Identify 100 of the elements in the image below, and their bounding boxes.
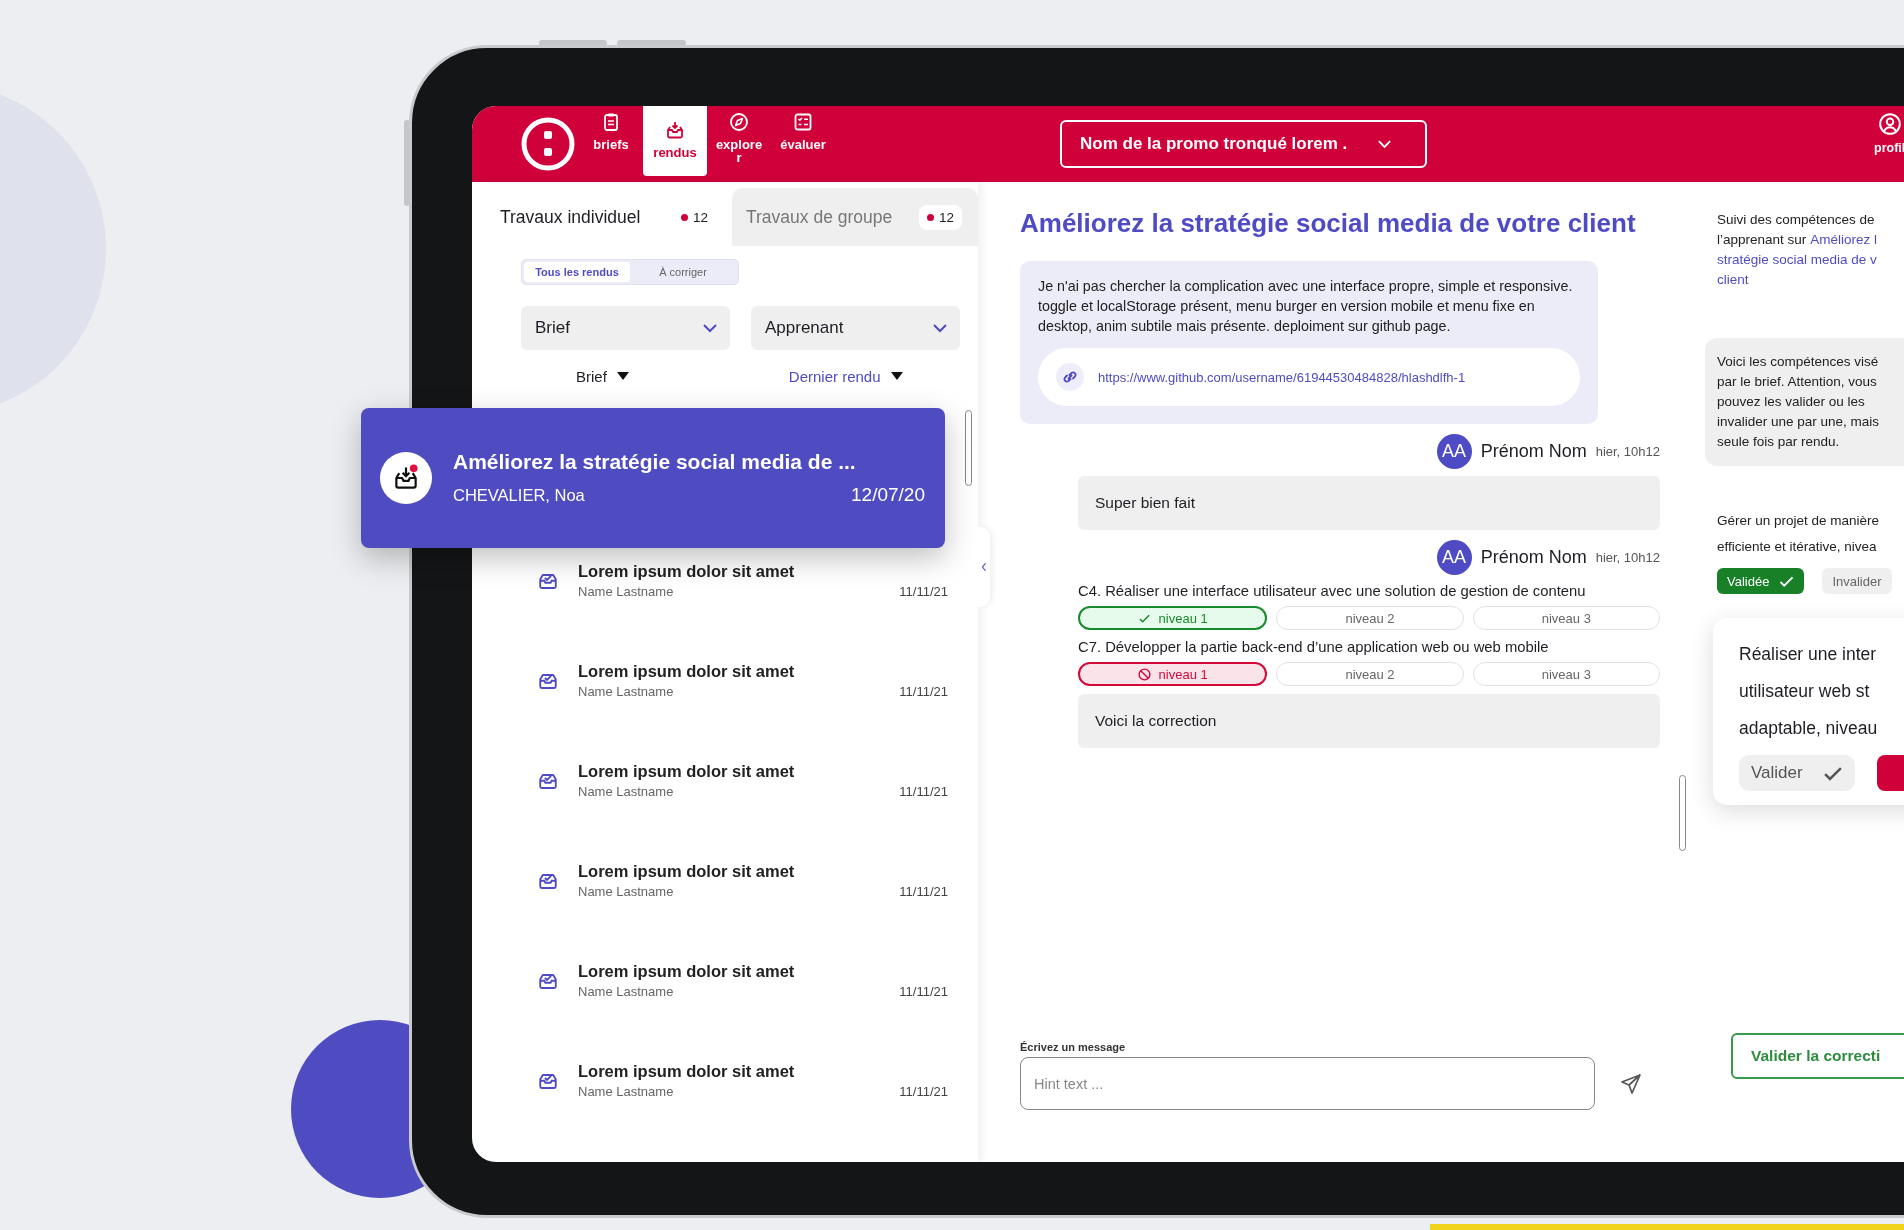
icon-background (379, 451, 433, 505)
message-time: hier, 10h12 (1595, 443, 1660, 459)
card-title: Améliorez la stratégie social media de ... (453, 450, 857, 474)
filter-option[interactable]: Tous les rendus (524, 262, 630, 283)
dropdown[interactable]: Apprenant (751, 306, 960, 351)
message-time: hier, 10h12 (1595, 549, 1660, 565)
nav-tab[interactable]: briefs (579, 106, 643, 176)
skill-text: efficiente et itérative, nivea (1717, 538, 1878, 556)
info-text: seule fois par rendu. (1717, 433, 1841, 451)
message-text: Voici la correction (1095, 712, 1217, 730)
level-option[interactable]: niveau 1 (1078, 606, 1268, 630)
sort-button[interactable]: Dernier rendu (788, 366, 903, 386)
profile-button[interactable]: profil (1874, 112, 1904, 155)
invalidate-button[interactable]: Invalider (1822, 568, 1892, 594)
author-name: Prénom Nom (1480, 546, 1587, 568)
clipboard-icon (601, 112, 621, 132)
row-name: Name Lastname (578, 584, 675, 599)
caret-icon (616, 372, 629, 381)
brief-link[interactable]: Améliorez l (1810, 232, 1878, 247)
inbox-check-icon (539, 674, 557, 689)
send-icon[interactable] (1619, 1071, 1643, 1096)
nav-tab[interactable]: explorer (707, 106, 771, 176)
row-name: Name Lastname (578, 884, 675, 899)
caret-icon (890, 372, 903, 381)
chevron-down-icon (1377, 139, 1393, 149)
submit-button[interactable]: Valider la correcti (1731, 1033, 1904, 1079)
brief-link[interactable]: client (1717, 272, 1749, 287)
invalidate-button[interactable] (1876, 755, 1904, 791)
tab[interactable]: Travaux de groupe 12 (732, 188, 978, 246)
submission-link[interactable]: https://www.github.com/username/61944530484828/hlashdlfh-1 (1098, 369, 1466, 385)
message-input[interactable]: Hint text ... (1020, 1057, 1595, 1110)
inbox-check-icon (539, 574, 557, 589)
submission-row[interactable]: Lorem ipsum dolor sit amet Name Lastname 11/11/21 (472, 562, 978, 662)
row-date: 11/11/21 (899, 884, 948, 899)
inbox-icon (395, 466, 417, 489)
row-title: Lorem ipsum dolor sit amet (578, 762, 796, 781)
author-name: Prénom Nom (1480, 440, 1587, 462)
submission-row[interactable]: Lorem ipsum dolor sit amet Name Lastname 11/11/21 (472, 762, 978, 862)
intro-text: Suivi des compétences de (1717, 212, 1875, 227)
submission-row[interactable]: Lorem ipsum dolor sit amet Name Lastname 11/11/21 (472, 962, 978, 1062)
row-name: Name Lastname (578, 684, 675, 699)
info-text: Voici les compétences visé (1717, 353, 1880, 371)
dropdown[interactable]: Brief (521, 306, 730, 351)
submission-row[interactable]: Lorem ipsum dolor sit amet Name Lastname 11/11/21 (472, 662, 978, 762)
brief-title: Améliorez la stratégie social media de votre client (1020, 208, 1637, 239)
user-icon (1877, 112, 1902, 136)
skill-text: Gérer un projet de manière (1717, 512, 1881, 530)
promo-dropdown[interactable]: Nom de la promo tronqué lorem . (1060, 120, 1427, 168)
chevron-down-icon (702, 323, 718, 334)
brief-link[interactable]: stratégie social media de v (1717, 252, 1877, 267)
submission-text: Je n'ai pas chercher la complication avec une interface propre, simple et responsive. toggle et localStorage présent, menu burger en version mobile et menu fixe en desktop, anim subtile mais présente. deploiment sur github page. (1038, 277, 1574, 336)
submission-row[interactable]: Lorem ipsum dolor sit amet Name Lastname 11/11/21 (472, 862, 978, 962)
avatar: AA (1436, 539, 1472, 575)
submission-row[interactable]: Lorem ipsum dolor sit amet Name Lastname 11/11/21 (472, 1062, 978, 1162)
intro-text: l’apprenant sur (1717, 232, 1807, 247)
level-option[interactable]: niveau 1 (1078, 662, 1268, 686)
compass-icon (729, 112, 749, 132)
nav-tab[interactable]: évaluer (771, 106, 835, 176)
row-date: 11/11/21 (899, 1084, 948, 1099)
validated-button[interactable]: Validée (1717, 568, 1805, 594)
row-name: Name Lastname (578, 984, 675, 999)
info-text: par le brief. Attention, vous (1717, 373, 1878, 391)
avatar: AA (1436, 433, 1472, 469)
info-text: pouvez les valider ou les (1717, 393, 1866, 411)
check-icon (1779, 574, 1795, 588)
validate-button[interactable]: Valider (1739, 755, 1855, 791)
skill-text: adaptable, niveau (1739, 717, 1879, 740)
learner-name: CHEVALIER, Noa (453, 486, 585, 505)
row-title: Lorem ipsum dolor sit amet (578, 562, 796, 581)
inbox-check-icon (539, 874, 557, 889)
card-date: 12/07/20 (851, 484, 925, 506)
sort-button[interactable]: Brief (576, 366, 629, 386)
checklist-icon (793, 112, 813, 132)
row-title: Lorem ipsum dolor sit amet (578, 962, 796, 981)
selected-submission-card[interactable]: Améliorez la stratégie social media de ... CHEVALIER, Noa 12/07/20 (361, 408, 945, 548)
skill-text: Réaliser une inter (1739, 643, 1878, 666)
filter-option[interactable]: À corriger (630, 262, 736, 283)
row-name: Name Lastname (578, 784, 675, 799)
row-date: 11/11/21 (899, 784, 948, 799)
row-title: Lorem ipsum dolor sit amet (578, 1062, 796, 1081)
message-text: Super bien fait (1095, 494, 1195, 512)
logo-icon (521, 117, 575, 171)
field-label: Écrivez un message (1020, 1041, 1127, 1053)
skill-label: C7. Développer la partie back-end d’une application web ou web mobile (1078, 639, 1549, 655)
row-title: Lorem ipsum dolor sit amet (578, 662, 796, 681)
row-name: Name Lastname (578, 1084, 675, 1099)
info-text: invalider une par une, mais (1717, 413, 1881, 431)
inbox-check-icon (539, 1074, 557, 1089)
collapse-handle[interactable] (978, 527, 990, 607)
ban-icon (1137, 667, 1151, 681)
row-title: Lorem ipsum dolor sit amet (578, 862, 796, 881)
inbox-icon (665, 120, 685, 140)
inbox-check-icon (539, 974, 557, 989)
row-date: 11/11/21 (899, 984, 948, 999)
nav-tab[interactable]: rendus (643, 106, 707, 176)
row-date: 11/11/21 (899, 584, 948, 599)
chevron-down-icon (932, 323, 948, 334)
tab-label: Travaux individuel (500, 206, 641, 228)
skill-text: utilisateur web st (1739, 680, 1871, 703)
tab-label: Travaux de groupe (746, 206, 893, 228)
